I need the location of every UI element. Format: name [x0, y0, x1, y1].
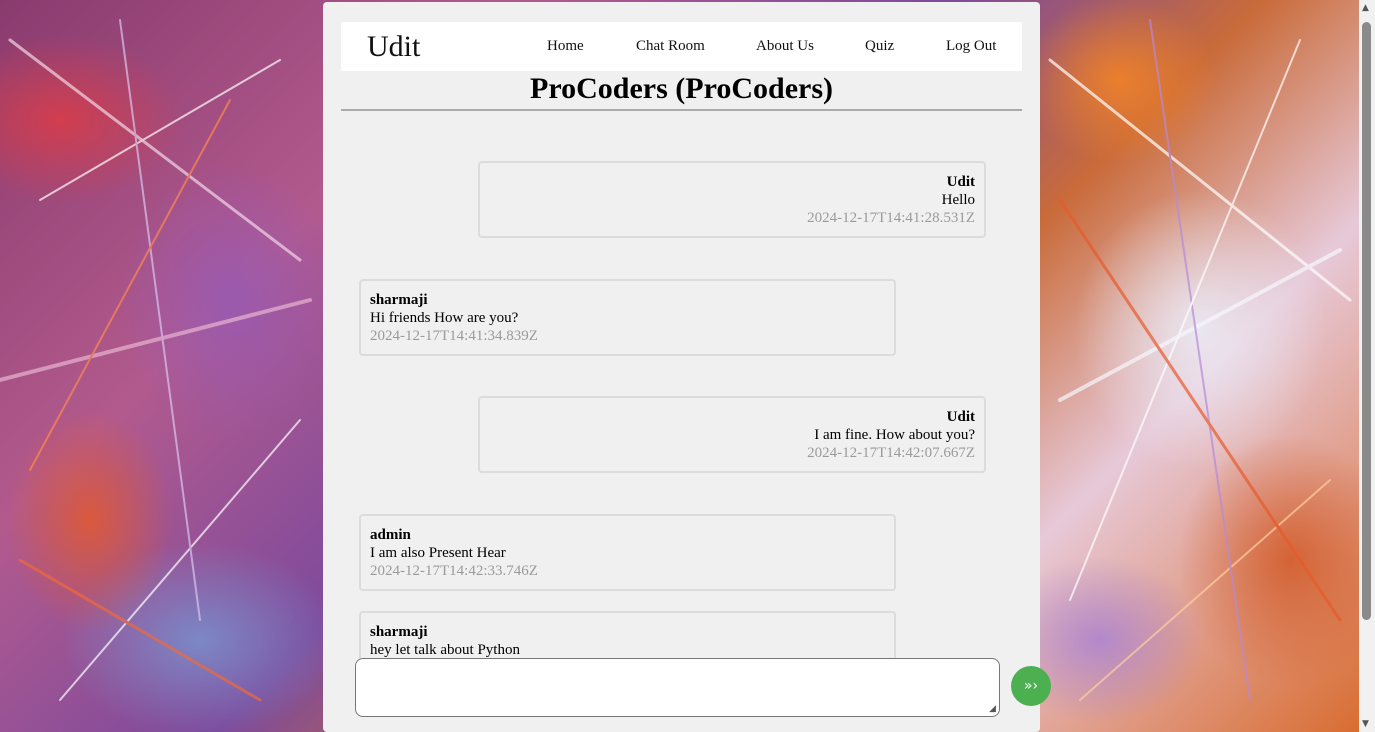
message-timestamp: 2024-12-17T14:41:34.839Z	[370, 328, 538, 344]
message-text: Hello	[941, 192, 975, 208]
send-button[interactable]: »›	[1011, 666, 1051, 706]
message-sender: Udit	[946, 409, 975, 425]
message-text: I am fine. How about you?	[814, 427, 975, 443]
message-text: Hi friends How are you?	[370, 310, 519, 326]
message-item: Udit I am fine. How about you? 2024-12-1…	[478, 396, 986, 473]
message-text: hey let talk about Python	[370, 642, 520, 658]
message-item: admin I am also Present Hear 2024-12-17T…	[359, 514, 896, 591]
triple-chevron-right-icon: »›	[1023, 678, 1039, 694]
page-title: ProCoders (ProCoders)	[530, 72, 833, 105]
message-timestamp: 2024-12-17T14:42:07.667Z	[807, 445, 975, 461]
navbar: Udit Home Chat Room About Us Quiz Log Ou…	[341, 22, 1022, 71]
message-input[interactable]	[355, 658, 1000, 717]
resize-grip-icon[interactable]: ◢	[989, 704, 1038, 730]
brand-logo[interactable]: Udit	[367, 30, 420, 64]
message-item: sharmaji Hi friends How are you? 2024-12…	[359, 279, 896, 356]
nav-quiz[interactable]: Quiz	[865, 38, 894, 55]
message-timestamp: 2024-12-17T14:42:33.746Z	[370, 563, 538, 579]
message-text: I am also Present Hear	[370, 545, 506, 561]
message-sender: Udit	[946, 174, 975, 190]
message-item: sharmaji hey let talk about Python	[359, 611, 896, 659]
scrollbar-thumb[interactable]	[1362, 22, 1371, 620]
nav-home[interactable]: Home	[547, 38, 584, 55]
title-divider	[341, 109, 1022, 111]
message-timestamp: 2024-12-17T14:41:28.531Z	[807, 210, 975, 226]
nav-log-out[interactable]: Log Out	[946, 38, 996, 55]
nav-chat-room[interactable]: Chat Room	[636, 38, 705, 55]
chat-panel: Udit Home Chat Room About Us Quiz Log Ou…	[323, 2, 1040, 732]
message-sender: admin	[370, 527, 411, 543]
message-list[interactable]: Udit Hello 2024-12-17T14:41:28.531Z shar…	[341, 114, 1022, 659]
message-sender: sharmaji	[370, 624, 428, 640]
scroll-up-icon[interactable]: ▲	[1362, 3, 1369, 13]
message-sender: sharmaji	[370, 292, 428, 308]
scroll-down-icon[interactable]: ▼	[1362, 719, 1369, 729]
message-item: Udit Hello 2024-12-17T14:41:28.531Z	[478, 161, 986, 238]
page-scrollbar[interactable]: ▲ ▼	[1359, 0, 1375, 732]
nav-about-us[interactable]: About Us	[756, 38, 814, 55]
